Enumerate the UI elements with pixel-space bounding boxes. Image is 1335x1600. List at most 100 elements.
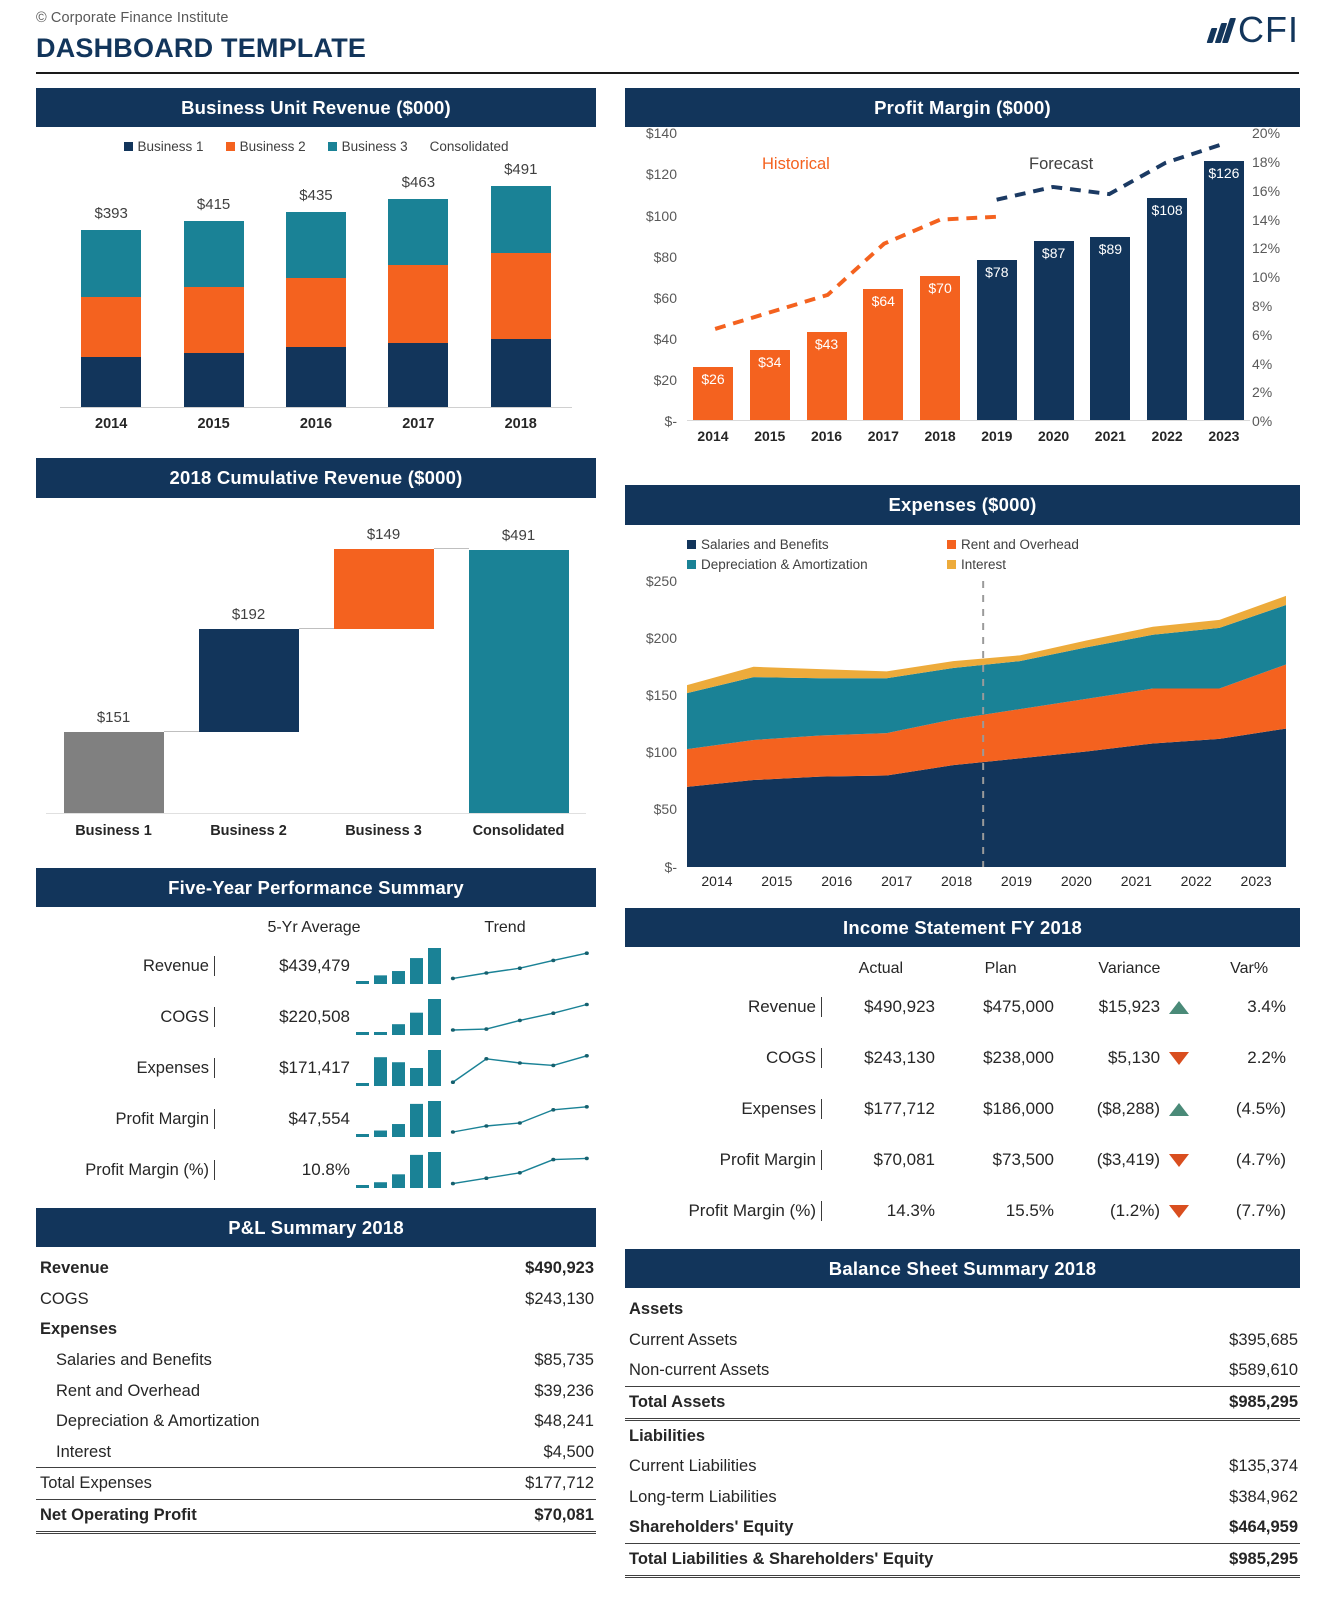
cell-variance: $5,130 (1066, 1048, 1195, 1068)
income-statement-row: COGS $243,130 $238,000 $5,130 2.2% (625, 1033, 1300, 1084)
col-header-plan: Plan (984, 959, 1017, 977)
waterfall-connector (433, 547, 469, 549)
column-total-label: $435 (299, 186, 333, 204)
legend-item-rent-and-overhead: Rent and Overhead (947, 537, 1079, 552)
legend-business-unit-revenue: Business 1 Business 2 Business 3 Consolidat… (36, 133, 596, 156)
chart-expenses: Salaries and Benefits Rent and Overhead De… (625, 531, 1300, 896)
y2-tick-2%: 2% (1252, 384, 1273, 401)
legend-label: Business 3 (341, 139, 408, 155)
balance-sheet-row: Total Liabilities & Shareholders' Equity… (625, 1543, 1300, 1578)
cell-actual: $70,081 (821, 1150, 947, 1171)
five-year-row: Expenses $171,417 (36, 1043, 596, 1094)
page-title: DASHBOARD TEMPLATE (36, 33, 367, 63)
row-value: $985,295 (1229, 1550, 1298, 1569)
legend-label: Salaries and Benefits (701, 536, 829, 552)
chart-cumulative-revenue: $151 $192 $149 $491 Business 1 Business 2 Bus… (36, 504, 596, 856)
annotation-forecast: Forecast (1029, 155, 1094, 174)
segment-business-3 (183, 220, 244, 287)
variance-value: $5,130 (1108, 1048, 1161, 1068)
panel-title-profit-margin: Profit Margin ($000) (625, 88, 1300, 128)
balance-sheet-row: Non-current Assets $589,610 (625, 1355, 1300, 1386)
waterfall-connector (298, 627, 334, 629)
x-axis-labels: 2014 2015 2016 2017 2018 2019 2020 2021 2022 2023 (687, 421, 1250, 444)
legend-swatch-icon (947, 559, 956, 569)
row-label: Total Assets (629, 1392, 726, 1411)
x-tick-2016: 2016 (821, 872, 853, 889)
legend-item-depreciation-amortization: Depreciation & Amortization (687, 557, 937, 572)
cell-plan: $186,000 (983, 1099, 1054, 1119)
dashboard-grid: Business Unit Revenue ($000) Business 1B… (0, 74, 1335, 1590)
cell-varpct: 3.4% (1247, 997, 1286, 1017)
x-tick-2021: 2021 (1094, 428, 1126, 445)
legend-swatch-icon (947, 539, 956, 549)
y2-tick-12%: 12% (1252, 240, 1281, 257)
legend-label: Depreciation & Amortization (701, 556, 868, 572)
legend-swatch-icon (687, 559, 696, 569)
x-tick-2023: 2023 (1208, 428, 1240, 445)
cell-variance: ($3,419) (1066, 1150, 1195, 1170)
cell-variance: (1.2%) (1066, 1201, 1195, 1221)
x-tick-2022: 2022 (1180, 872, 1212, 889)
five-year-column-headers: 5-Yr Average Trend (36, 913, 596, 941)
legend-swatch-icon (225, 142, 235, 152)
y2-tick-18%: 18% (1252, 154, 1281, 171)
triangle-up-icon (1169, 1000, 1190, 1014)
x-tick-business-3: Business 3 (345, 822, 422, 839)
triangle-down-icon (1169, 1204, 1190, 1218)
y-tick-$-: $- (664, 413, 677, 430)
x-tick-2021: 2021 (1120, 872, 1152, 889)
waterfall-value-label: $149 (366, 525, 401, 543)
row-value: $384,962 (1229, 1487, 1298, 1506)
pl-summary-row: Net Operating Profit $70,081 (36, 1499, 596, 1534)
row-value: $243,130 (525, 1289, 594, 1308)
col-header-variance: Variance (1098, 959, 1161, 977)
trend-line (446, 995, 596, 1039)
segment-business-1 (81, 356, 142, 408)
x-tick-2015: 2015 (761, 872, 793, 889)
x-tick-2016: 2016 (810, 428, 843, 445)
col-header-actual: Actual (858, 959, 904, 977)
panel-five-year-summary: Five-Year Performance Summary 5-Yr Avera… (36, 867, 596, 1196)
waterfall-value-label: $192 (231, 605, 266, 623)
annotation-historical: Historical (762, 155, 830, 174)
cfi-wordmark: CFI (1238, 9, 1299, 50)
stacked-column: $393 (81, 156, 142, 408)
col-header-varpct: Var% (1230, 959, 1269, 977)
x-tick-2017: 2017 (402, 416, 435, 433)
right-column: Profit Margin ($000) $140 $120 $100 $80 $60 $… (625, 88, 1300, 1590)
legend-label: Rent and Overhead (961, 536, 1079, 552)
balance-sheet-row: Shareholders' Equity $464,959 (625, 1512, 1300, 1543)
row-label: Depreciation & Amortization (56, 1412, 260, 1431)
triangle-up-icon (1169, 1102, 1190, 1116)
col-header-blank (625, 960, 821, 978)
pl-summary-row: Rent and Overhead $39,236 (36, 1376, 596, 1407)
waterfall-connector (163, 730, 199, 732)
y-tick-$200: $200 (645, 629, 677, 646)
variance-value: $15,923 (1098, 997, 1161, 1017)
row-value: $464,959 (1229, 1518, 1298, 1537)
y2-tick-10%: 10% (1252, 269, 1281, 286)
legend-label: Business 2 (239, 139, 306, 155)
trend-line (446, 1097, 596, 1141)
five-year-row: Profit Margin (%) 10.8% (36, 1145, 596, 1196)
segment-business-3 (490, 185, 551, 253)
legend-swatch-icon (123, 142, 133, 152)
y2-tick-16%: 16% (1252, 182, 1281, 199)
row-value: $589,610 (1229, 1361, 1298, 1380)
panel-balance-sheet: Balance Sheet Summary 2018 Assets Current… (625, 1248, 1300, 1578)
row-label: Profit Margin (115, 1109, 209, 1128)
income-statement-column-headers: Actual Plan Variance Var% (625, 953, 1300, 982)
row-label: Revenue (40, 1259, 109, 1278)
y-tick-$-: $- (664, 858, 677, 875)
row-value: $985,295 (1229, 1392, 1298, 1411)
row-label: Total Liabilities & Shareholders' Equity (629, 1550, 934, 1569)
y-tick-$100: $100 (645, 207, 677, 224)
trend-line (446, 944, 596, 988)
x-tick-2017: 2017 (867, 428, 899, 445)
income-statement-row: Revenue $490,923 $475,000 $15,923 3.4% (625, 982, 1300, 1033)
panel-expenses: Expenses ($000) Salaries and Benefits Ren… (625, 485, 1300, 895)
row-value: $135,374 (1229, 1457, 1298, 1476)
segment-business-2 (81, 297, 142, 357)
row-average-value: $439,479 (214, 956, 354, 977)
panel-income-statement: Income Statement FY 2018 Actual Plan Var… (625, 907, 1300, 1237)
